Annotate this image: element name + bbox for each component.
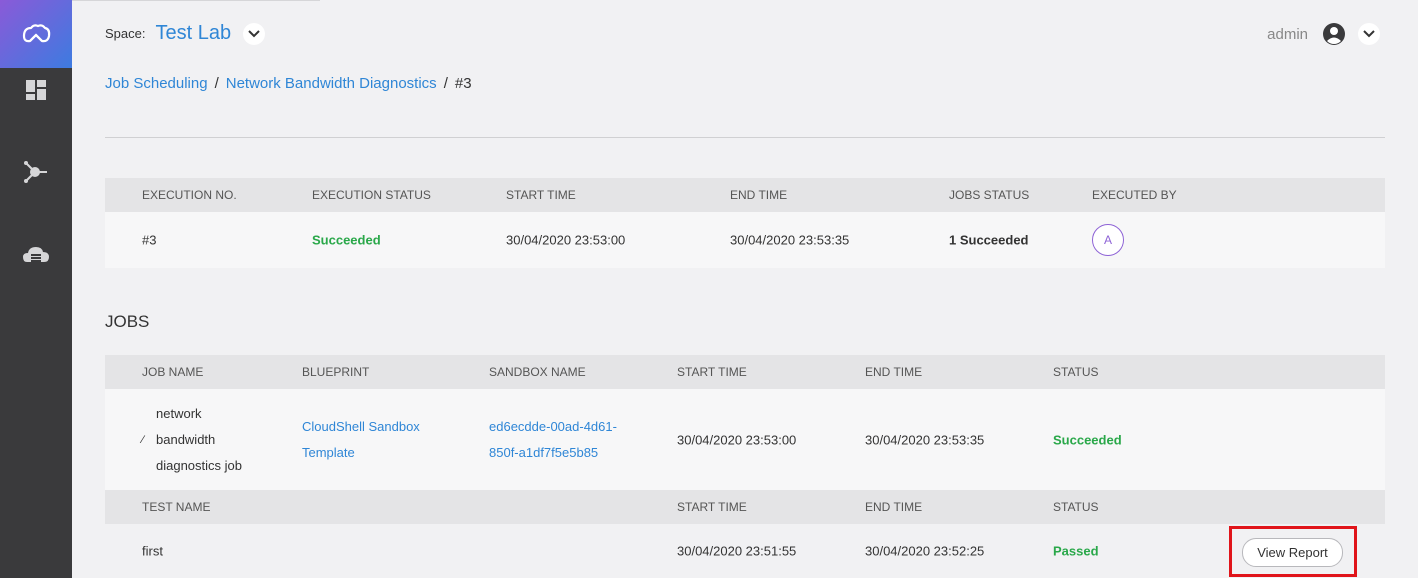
sidebar bbox=[0, 0, 72, 578]
column-header-start-time: START TIME bbox=[677, 500, 747, 514]
test-start-time: 30/04/2020 23:51:55 bbox=[677, 543, 797, 559]
chevron-down-icon bbox=[1363, 30, 1375, 38]
job-start-time: 30/04/2020 23:53:00 bbox=[677, 432, 797, 447]
app-logo[interactable] bbox=[0, 0, 72, 68]
execution-no: #3 bbox=[142, 232, 157, 248]
execution-table-header: EXECUTION NO. EXECUTION STATUS START TIM… bbox=[105, 178, 1385, 212]
user-avatar-icon[interactable] bbox=[1322, 22, 1346, 46]
table-row: first 30/04/2020 23:51:55 30/04/2020 23:… bbox=[105, 524, 1385, 578]
jobs-table-header: JOB NAME BLUEPRINT SANDBOX NAME START TI… bbox=[105, 355, 1385, 389]
execution-end-time: 30/04/2020 23:53:35 bbox=[730, 232, 850, 248]
user-dropdown-button[interactable] bbox=[1358, 23, 1380, 45]
tests-table-header: TEST NAME START TIME END TIME STATUS bbox=[105, 490, 1385, 524]
space-name[interactable]: Test Lab bbox=[155, 22, 231, 45]
column-header-jobs-status: JOBS STATUS bbox=[949, 188, 1030, 202]
column-header-end-time: END TIME bbox=[865, 500, 923, 514]
top-border bbox=[72, 0, 320, 1]
blueprint-line: CloudShell Sandbox bbox=[302, 418, 420, 434]
job-name: network bandwidth diagnostics job bbox=[156, 401, 242, 479]
divider bbox=[105, 137, 1385, 138]
chevron-down-icon bbox=[248, 29, 260, 37]
avatar[interactable]: A bbox=[1092, 224, 1124, 256]
execution-status: Succeeded bbox=[312, 232, 381, 248]
space-dropdown-button[interactable] bbox=[243, 22, 266, 45]
jobs-section-title: JOBS bbox=[105, 312, 150, 331]
space-label: Space: bbox=[105, 26, 146, 41]
executed-by: A bbox=[1092, 224, 1124, 256]
breadcrumb-separator: / bbox=[443, 75, 448, 92]
dashboard-icon bbox=[26, 80, 46, 100]
job-name-line: network bbox=[156, 405, 202, 421]
column-header-execution-status: EXECUTION STATUS bbox=[312, 188, 431, 202]
blueprint-link[interactable]: CloudShell Sandbox Template bbox=[302, 414, 420, 466]
jobs-status: 1 Succeeded bbox=[949, 232, 1029, 248]
test-end-time: 30/04/2020 23:52:25 bbox=[865, 543, 985, 559]
column-header-execution-no: EXECUTION NO. bbox=[142, 188, 237, 202]
column-header-start-time: START TIME bbox=[506, 188, 576, 202]
execution-table: EXECUTION NO. EXECUTION STATUS START TIM… bbox=[105, 178, 1385, 268]
sandbox-line: ed6ecdde-00ad-4d61- bbox=[489, 418, 617, 434]
breadcrumb-current: #3 bbox=[454, 75, 472, 92]
sandbox-link[interactable]: ed6ecdde-00ad-4d61- 850f-a1df7f5e5b85 bbox=[489, 414, 617, 466]
user-name[interactable]: admin bbox=[1267, 26, 1308, 43]
cloud-logo-icon bbox=[22, 24, 51, 43]
column-header-executed-by: EXECUTED BY bbox=[1092, 188, 1177, 202]
sidebar-item-cloud[interactable] bbox=[0, 235, 72, 275]
breadcrumb-separator: / bbox=[214, 75, 219, 92]
user-menu: admin bbox=[1267, 22, 1380, 46]
job-name-line: diagnostics job bbox=[156, 457, 242, 473]
sidebar-item-blueprints[interactable] bbox=[0, 152, 72, 192]
jobs-table: JOB NAME BLUEPRINT SANDBOX NAME START TI… bbox=[105, 355, 1385, 578]
column-header-job-name: JOB NAME bbox=[142, 365, 204, 379]
expand-toggle-icon[interactable]: ∕ bbox=[142, 434, 144, 446]
sandbox-line: 850f-a1df7f5e5b85 bbox=[489, 444, 599, 460]
breadcrumb-network-bandwidth[interactable]: Network Bandwidth Diagnostics bbox=[226, 75, 437, 92]
column-header-sandbox-name: SANDBOX NAME bbox=[489, 365, 586, 379]
test-name: first bbox=[142, 543, 163, 559]
job-name-line: bandwidth bbox=[156, 431, 216, 447]
cloud-storage-icon bbox=[23, 247, 49, 262]
test-status: Passed bbox=[1053, 543, 1099, 559]
breadcrumb-job-scheduling[interactable]: Job Scheduling bbox=[105, 75, 208, 92]
table-row: ∕ network bandwidth diagnostics job Clou… bbox=[105, 389, 1385, 490]
column-header-test-name: TEST NAME bbox=[142, 500, 211, 514]
blueprint-icon bbox=[24, 161, 47, 183]
table-row: #3 Succeeded 30/04/2020 23:53:00 30/04/2… bbox=[105, 212, 1385, 268]
column-header-end-time: END TIME bbox=[730, 188, 788, 202]
blueprint-line: Template bbox=[302, 444, 355, 460]
execution-start-time: 30/04/2020 23:53:00 bbox=[506, 232, 626, 248]
column-header-status: STATUS bbox=[1053, 500, 1099, 514]
job-end-time: 30/04/2020 23:53:35 bbox=[865, 432, 985, 447]
sidebar-item-dashboard[interactable] bbox=[0, 70, 72, 110]
column-header-start-time: START TIME bbox=[677, 365, 747, 379]
breadcrumb: Job Scheduling / Network Bandwidth Diagn… bbox=[105, 75, 472, 92]
column-header-blueprint: BLUEPRINT bbox=[302, 365, 370, 379]
view-report-button[interactable]: View Report bbox=[1242, 538, 1343, 567]
column-header-end-time: END TIME bbox=[865, 365, 923, 379]
job-status: Succeeded bbox=[1053, 432, 1122, 447]
space-selector: Space: Test Lab bbox=[105, 22, 266, 45]
column-header-status: STATUS bbox=[1053, 365, 1099, 379]
